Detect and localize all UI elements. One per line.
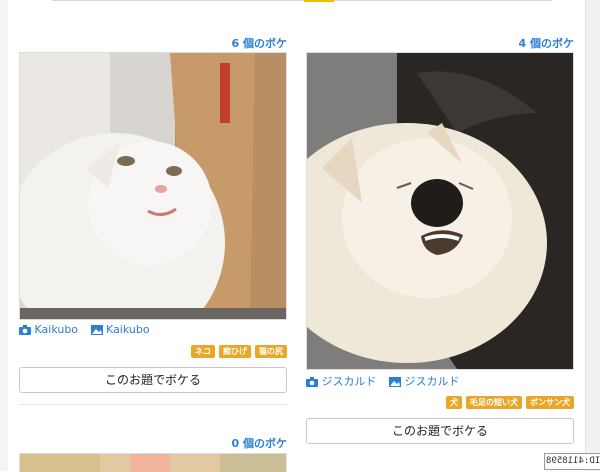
odai-photo-cat[interactable] [19,52,287,320]
tag[interactable]: 痴ひげ [219,345,251,358]
boke-button[interactable]: このお題でボケる [306,418,574,444]
photo-credits: Kaikubo Kaikubo [19,323,150,338]
odai-photo-dog[interactable] [306,52,574,370]
tag[interactable]: 毛足の短い犬 [466,396,522,409]
scrollbar[interactable] [585,0,600,471]
partial-photo-illustration [20,454,286,472]
tag[interactable]: 猫の尻 [255,345,287,358]
image-icon [90,325,103,338]
photographer-link[interactable]: Kaikubo [35,323,79,336]
tag[interactable]: ボンサン犬 [526,396,574,409]
odai-photo-partial[interactable] [19,453,287,472]
tag-list: ネコ 痴ひげ 猫の尻 [191,345,287,358]
odai-card-3: 0 個のボケ [19,430,287,472]
id-overlay-text: ID:4118598 [545,456,600,466]
cat-photo-illustration [20,53,286,319]
page-background: 6 個のボケ Kaikubo Kaikubo ネコ 痴ひげ 猫の尻 このお題でボ… [0,0,600,472]
id-overlay: ID:4118598 [544,453,600,470]
uploader-link[interactable]: ジスカルド [405,375,460,388]
camera-icon [19,325,31,338]
main-content: 6 個のボケ Kaikubo Kaikubo ネコ 痴ひげ 猫の尻 このお題でボ… [8,0,586,472]
photo-credits: ジスカルド ジスカルド [306,373,460,390]
photographer-link[interactable]: ジスカルド [322,375,377,388]
tag-list: 犬 毛足の短い犬 ボンサン犬 [446,396,574,409]
dog-photo-illustration [307,53,573,369]
odai-card-2: 4 個のボケ ジスカルド ジスカルド 犬 毛足の短い犬 ボンサン犬 このお題でボ… [306,0,574,450]
camera-icon [306,377,318,390]
boke-button[interactable]: このお題でボケる [19,367,287,393]
divider [19,404,287,405]
tag[interactable]: 犬 [446,396,462,409]
boke-count[interactable]: 4 個のボケ [519,35,574,51]
boke-count[interactable]: 0 個のボケ [232,435,287,451]
uploader-link[interactable]: Kaikubo [106,323,150,336]
odai-card-1: 6 個のボケ Kaikubo Kaikubo ネコ 痴ひげ 猫の尻 このお題でボ… [19,0,287,410]
image-icon [389,377,401,390]
tag[interactable]: ネコ [191,345,215,358]
boke-count[interactable]: 6 個のボケ [232,35,287,51]
